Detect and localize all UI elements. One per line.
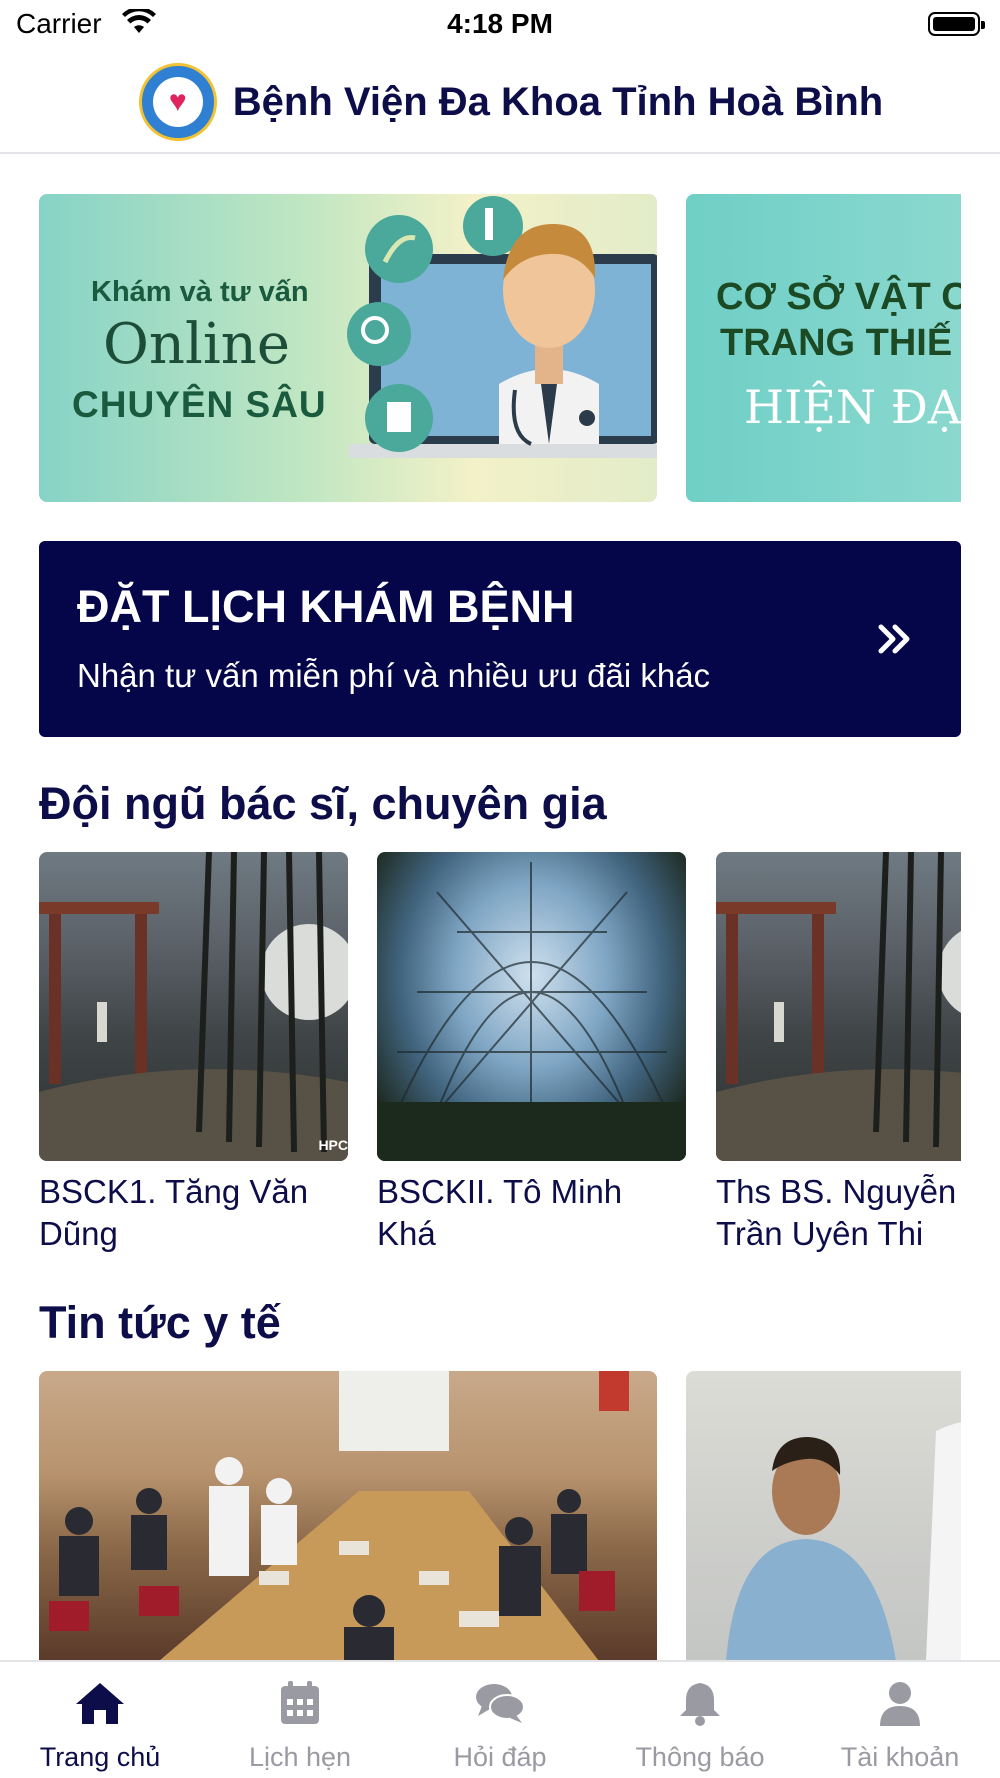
user-icon (880, 1682, 920, 1726)
news-section-title: Tin tức y tế (39, 1297, 281, 1348)
doctor-card[interactable]: HPC BSCK1. Tăng Văn Dũng (39, 852, 348, 1255)
news-card[interactable] (39, 1371, 657, 1661)
chat-icon (476, 1684, 525, 1723)
tab-account[interactable]: Tài khoản (800, 1662, 1000, 1778)
doctor-name: BSCK1. Tăng Văn Dũng (39, 1173, 309, 1252)
doctor-name: Ths BS. Nguyễn Trần Uyên Thi (716, 1173, 957, 1252)
tab-label: Tài khoản (840, 1742, 960, 1772)
banner-online-consult[interactable]: Khám và tư vấn Online CHUYÊN SÂU (39, 194, 657, 502)
news-card[interactable] (686, 1371, 961, 1661)
tab-label: Thông báo (635, 1742, 765, 1772)
banner-line: HIỆN ĐẠ (744, 380, 961, 434)
doctor-name: BSCKII. Tô Minh Khá (377, 1173, 623, 1252)
double-chevron-right-icon (878, 624, 910, 654)
tab-qa[interactable]: Hỏi đáp (400, 1662, 600, 1778)
doctors-section-title: Đội ngũ bác sĩ, chuyên gia (39, 778, 607, 829)
tab-label: Hỏi đáp (453, 1742, 547, 1772)
banner-line: CƠ SỞ VẬT C (716, 276, 961, 318)
doctor-card[interactable]: Ths BS. Nguyễn Trần Uyên Thi (716, 852, 961, 1255)
banner-line: TRANG THIẾ (720, 322, 953, 364)
banner-line: Online (103, 312, 291, 377)
banner-carousel[interactable]: Khám và tư vấn Online CHUYÊN SÂU CƠ SỞ V… (39, 194, 961, 502)
tab-home[interactable]: Trang chủ (0, 1662, 200, 1778)
banner-line: CHUYÊN SÂU (72, 384, 327, 425)
doctor-photo (716, 852, 961, 1161)
home-icon (76, 1683, 124, 1724)
tab-label: Trang chủ (39, 1742, 161, 1772)
tab-label: Lịch hẹn (248, 1742, 352, 1772)
doctor-illustration (347, 196, 657, 458)
doctor-photo: HPC (39, 852, 348, 1161)
booking-subtitle: Nhận tư vấn miễn phí và nhiều ưu đãi khá… (77, 657, 711, 694)
clock: 4:18 PM (447, 8, 553, 39)
doctor-photo (377, 852, 686, 1161)
photo-watermark: HPC (318, 1137, 348, 1153)
page-title: Bệnh Viện Đa Khoa Tỉnh Hoà Bình (232, 79, 884, 124)
doctor-card[interactable]: BSCKII. Tô Minh Khá (377, 852, 686, 1255)
booking-title: ĐẶT LỊCH KHÁM BỆNH (77, 581, 575, 632)
bell-icon (680, 1683, 720, 1726)
status-bar: Carrier 4:18 PM (0, 0, 1000, 50)
calendar-icon (281, 1681, 319, 1724)
doctor-carousel[interactable]: HPC BSCK1. Tăng Văn Dũng BSCKII. Tô Minh… (39, 852, 961, 1262)
news-photo (49, 1371, 629, 1661)
tab-appointments[interactable]: Lịch hẹn (200, 1662, 400, 1778)
tab-notifications[interactable]: Thông báo (600, 1662, 800, 1778)
hospital-logo: ♥ (138, 63, 217, 141)
battery-icon (928, 12, 985, 36)
book-appointment-button[interactable]: ĐẶT LỊCH KHÁM BỆNH Nhận tư vấn miễn phí … (39, 541, 961, 737)
news-photo (726, 1422, 961, 1661)
news-carousel[interactable] (39, 1371, 961, 1661)
banner-facilities[interactable]: CƠ SỞ VẬT C TRANG THIẾ HIỆN ĐẠ (686, 194, 961, 502)
banner-line: Khám và tư vấn (91, 276, 309, 308)
bottom-tab-bar: Trang chủ Lịch hẹn Hỏi đáp Thông báo Tài… (0, 1660, 1000, 1778)
app-header: ♥ Bệnh Viện Đa Khoa Tỉnh Hoà Bình (0, 52, 1000, 154)
